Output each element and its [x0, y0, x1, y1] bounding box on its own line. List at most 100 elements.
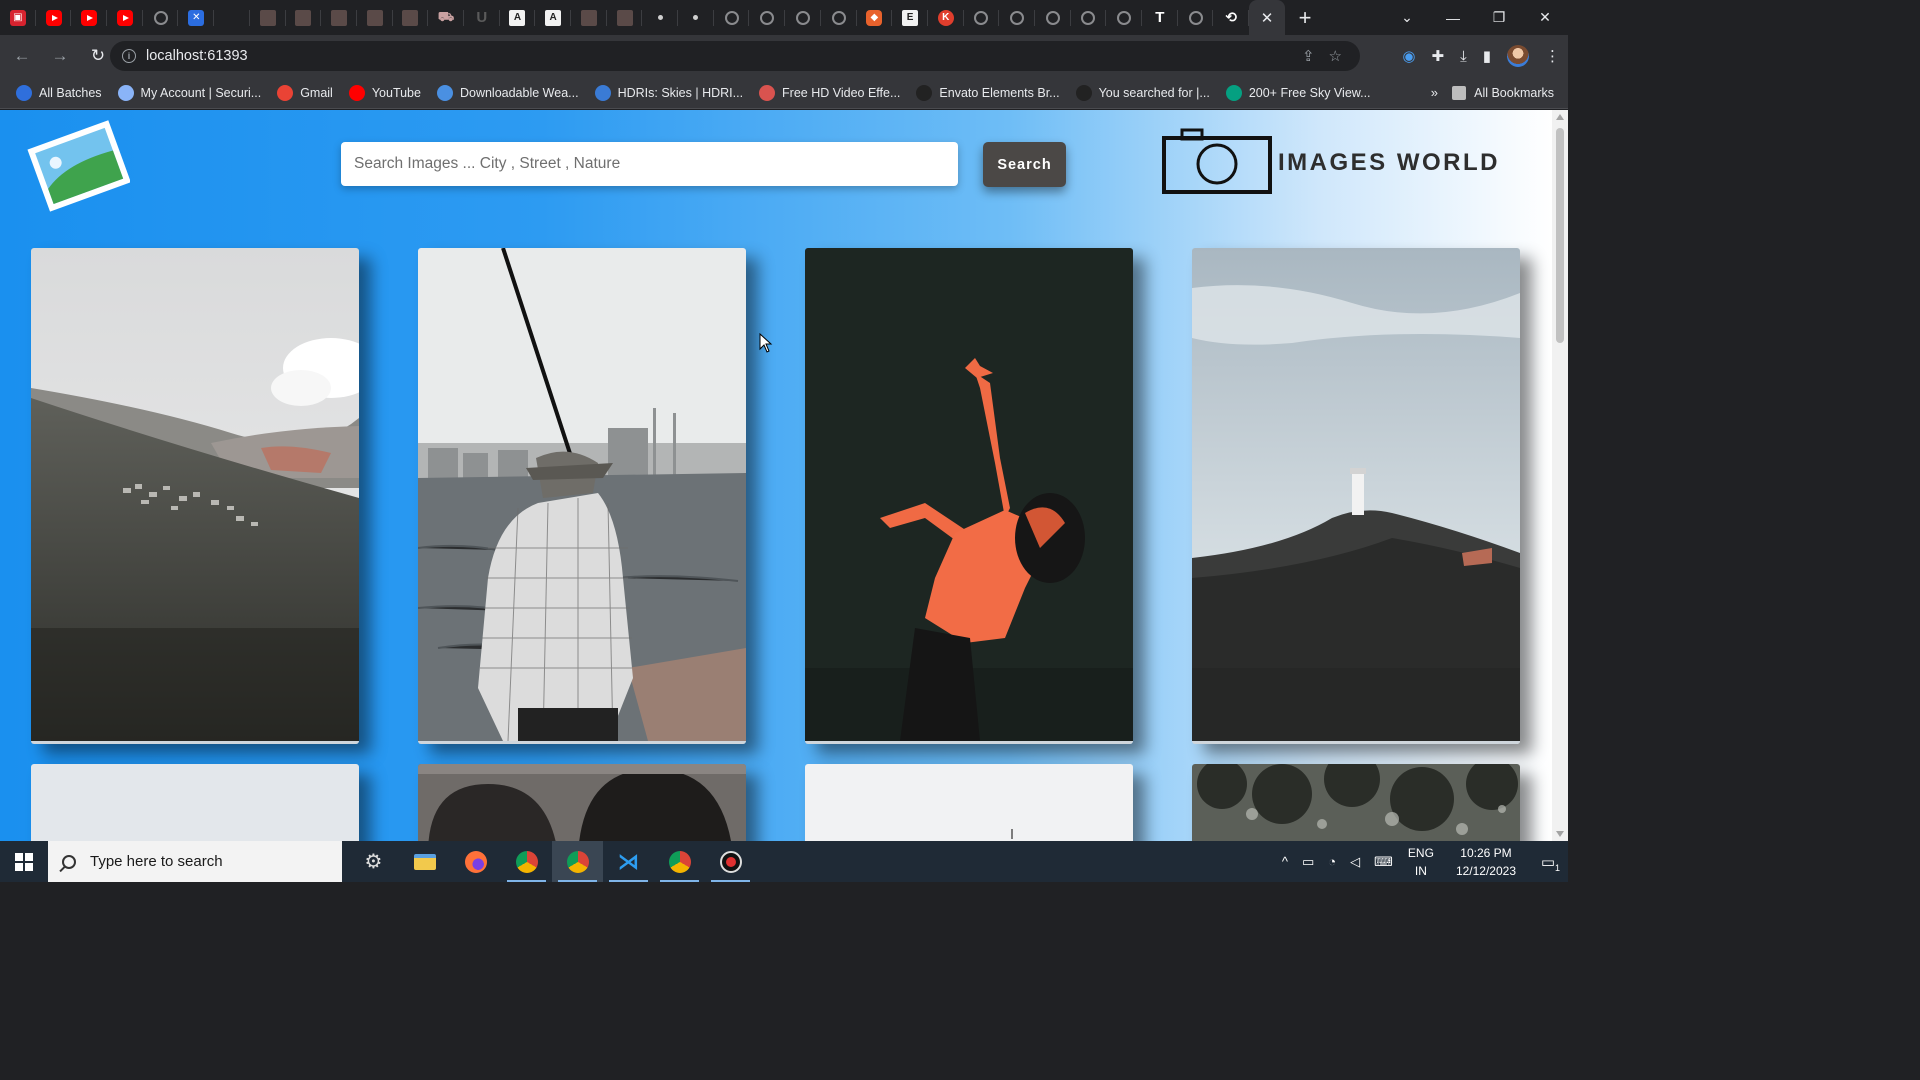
tab-k[interactable]: K [928, 0, 964, 35]
tab-doc-5[interactable] [393, 0, 429, 35]
search-button[interactable]: Search [983, 142, 1066, 187]
download-icon[interactable]: ⤓ [1460, 48, 1467, 65]
gallery-card-lighthouse[interactable] [1192, 248, 1520, 744]
tab-e[interactable]: E [892, 0, 928, 35]
bookmark-item[interactable]: Downloadable Wea... [436, 84, 579, 101]
tab-globe-9[interactable] [1106, 0, 1142, 35]
profile-avatar[interactable] [1507, 45, 1529, 67]
tab-globe-8[interactable] [1071, 0, 1107, 35]
minimize-button[interactable]: — [1430, 10, 1476, 26]
back-button[interactable]: ← [6, 40, 38, 72]
scroll-down-arrow-icon[interactable] [1556, 831, 1564, 837]
bookmark-item[interactable]: 200+ Free Sky View... [1225, 84, 1371, 101]
bookmarks-overflow-chevron-icon[interactable]: » [1431, 85, 1438, 100]
battery-icon[interactable]: ▭ [1302, 854, 1314, 870]
site-logo-icon[interactable] [22, 120, 130, 212]
chevron-up-icon[interactable]: ^ [1282, 854, 1288, 869]
tab-a-1[interactable]: A [500, 0, 536, 35]
clock[interactable]: 10:26 PM 12/12/2023 [1456, 844, 1516, 880]
taskbar-file-explorer[interactable] [399, 841, 450, 882]
tab-doc-2[interactable] [286, 0, 322, 35]
taskbar-chrome-1[interactable] [501, 841, 552, 882]
gallery-card-trees[interactable] [1192, 764, 1520, 841]
notification-center-button[interactable]: ▭ 1 [1528, 853, 1568, 873]
tab-dot-2[interactable] [678, 0, 714, 35]
side-panel-icon[interactable]: ▮ [1483, 47, 1491, 65]
extension-edge-icon[interactable]: ◉ [1402, 47, 1415, 65]
tab-search-chevron-icon[interactable]: ⌄ [1384, 9, 1430, 26]
bookmark-item[interactable]: YouTube [348, 84, 421, 101]
tab-globe-7[interactable] [1035, 0, 1071, 35]
taskbar-settings[interactable]: ⚙ [348, 841, 399, 882]
bookmark-item[interactable]: You searched for |... [1075, 84, 1210, 101]
taskbar-vscode[interactable]: ⋊ [603, 841, 654, 882]
volume-icon[interactable]: ◁ [1350, 854, 1360, 870]
bookmark-item[interactable]: All Batches [16, 84, 102, 101]
tab-doc-4[interactable] [357, 0, 393, 35]
extensions-puzzle-icon[interactable]: ✚ [1432, 47, 1445, 65]
site-info-icon[interactable]: i [122, 49, 136, 63]
taskbar-chrome-3[interactable] [654, 841, 705, 882]
close-window-button[interactable]: ✕ [1522, 9, 1568, 26]
close-icon[interactable]: ✕ [1261, 9, 1274, 27]
menu-kebab-icon[interactable]: ⋮ [1545, 47, 1560, 65]
tab-a-2[interactable]: A [535, 0, 571, 35]
bookmark-item[interactable]: My Account | Securi... [117, 84, 261, 101]
share-icon[interactable]: ⇪ [1302, 47, 1315, 65]
gallery-card-mountain-village[interactable] [31, 248, 359, 744]
gallery-card-fisherman[interactable] [418, 248, 746, 744]
restore-button[interactable]: ❐ [1476, 9, 1522, 26]
bookmark-item[interactable]: Free HD Video Effe... [759, 84, 900, 101]
tab-tag[interactable]: ◆ [857, 0, 893, 35]
address-bar[interactable]: i localhost:61393 ⇪ ☆ [110, 41, 1360, 71]
tab-globe-3[interactable] [785, 0, 821, 35]
tab-doc-7[interactable] [607, 0, 643, 35]
tab-globe-5[interactable] [964, 0, 1000, 35]
start-button[interactable] [0, 841, 48, 882]
bookmark-item[interactable]: Gmail [277, 84, 333, 101]
network-icon[interactable]: ◔ [1328, 854, 1336, 869]
scrollbar-thumb[interactable] [1556, 128, 1564, 343]
tab-cart[interactable]: ⛟ [428, 0, 464, 35]
tab-u[interactable]: U [464, 0, 500, 35]
tab-globe-10[interactable] [1178, 0, 1214, 35]
tab-globe-4[interactable] [821, 0, 857, 35]
tab-globe-1[interactable] [714, 0, 750, 35]
tab-github[interactable] [143, 0, 179, 35]
bookmark-item[interactable]: HDRIs: Skies | HDRI... [594, 84, 743, 101]
tab-doc-6[interactable] [571, 0, 607, 35]
bookmark-item[interactable]: Envato Elements Br... [916, 84, 1060, 101]
tab-doc-1[interactable] [250, 0, 286, 35]
bookmark-star-icon[interactable]: ☆ [1329, 47, 1342, 65]
tab-history[interactable]: ⟲ [1213, 0, 1249, 35]
language-indicator[interactable]: ENG IN [1408, 844, 1434, 880]
gallery-card-white[interactable] [805, 764, 1133, 841]
taskbar-chrome-2[interactable] [552, 841, 603, 882]
search-input[interactable] [341, 142, 958, 186]
tab-t[interactable]: T [1142, 0, 1178, 35]
tab-active-close[interactable]: ✕ [1249, 0, 1286, 35]
page-scrollbar[interactable] [1552, 110, 1568, 841]
tab-youtube-2[interactable] [71, 0, 107, 35]
url-text[interactable]: localhost:61393 [146, 48, 248, 64]
tab-globe-2[interactable] [749, 0, 785, 35]
taskbar-recorder[interactable] [705, 841, 756, 882]
tab-doc-3[interactable] [321, 0, 357, 35]
all-bookmarks-button[interactable]: All Bookmarks [1452, 77, 1554, 109]
tab-bag[interactable]: ▣ [0, 0, 36, 35]
taskbar-search-box[interactable]: Type here to search [48, 841, 342, 882]
gallery-card-dancer[interactable] [805, 248, 1133, 744]
tab-youtube-3[interactable] [107, 0, 143, 35]
tab-blank[interactable] [214, 0, 250, 35]
tab-youtube-1[interactable] [36, 0, 72, 35]
keyboard-icon[interactable]: ⌨ [1374, 854, 1393, 870]
scroll-up-arrow-icon[interactable] [1556, 114, 1564, 120]
gallery-card-arches[interactable] [418, 764, 746, 841]
tab-globe-6[interactable] [999, 0, 1035, 35]
taskbar-firefox[interactable] [450, 841, 501, 882]
tab-dot-1[interactable] [642, 0, 678, 35]
forward-button[interactable]: → [44, 40, 76, 72]
new-tab-button[interactable]: + [1285, 0, 1325, 35]
tab-figma[interactable]: ✕ [178, 0, 214, 35]
gallery-card-sky[interactable] [31, 764, 359, 841]
